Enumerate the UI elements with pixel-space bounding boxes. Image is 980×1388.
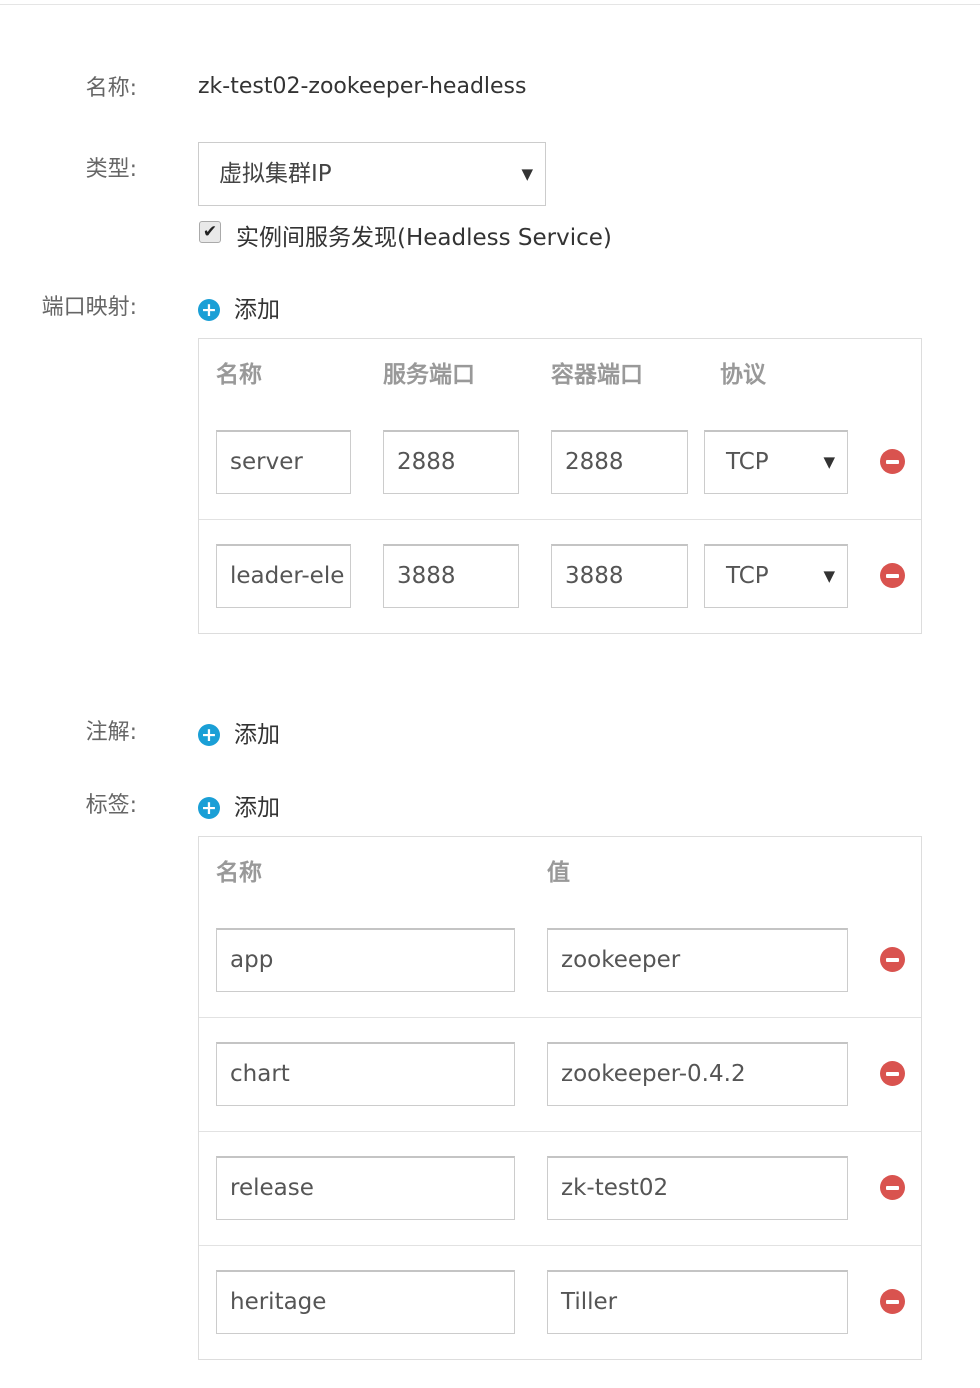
annotations-field-label: 注解: (85, 720, 137, 745)
labels-header-name: 名称 (216, 860, 262, 886)
protocol-select-value: TCP (726, 449, 769, 475)
top-divider (0, 4, 980, 5)
ports-header-name: 名称 (216, 362, 262, 388)
container-port-input[interactable]: 2888 (551, 430, 688, 494)
ports-table: 名称 服务端口 容器端口 协议 server 2888 2888 TCP ▼ l… (198, 338, 922, 634)
headless-service-label: 实例间服务发现(Headless Service) (236, 225, 612, 251)
triangle-down-icon: ▼ (823, 453, 835, 471)
plus-circle-icon: + (198, 299, 220, 321)
type-field-label: 类型: (85, 157, 137, 182)
port-name-input[interactable]: server (216, 430, 351, 494)
service-port-input[interactable]: 3888 (383, 544, 519, 608)
check-icon: ✔ (202, 222, 218, 242)
remove-label-button[interactable] (880, 1289, 905, 1314)
labels-table: 名称 值 app zookeeper chart zookeeper-0.4.2… (198, 836, 922, 1360)
type-select-value: 虚拟集群IP (219, 161, 332, 187)
add-annotation-label: 添加 (234, 722, 280, 748)
triangle-down-icon: ▼ (521, 165, 533, 183)
label-value-input[interactable]: zookeeper-0.4.2 (547, 1042, 848, 1106)
ports-field-label: 端口映射: (41, 295, 137, 320)
protocol-select[interactable]: TCP ▼ (704, 430, 848, 494)
protocol-select-value: TCP (726, 563, 769, 589)
ports-header-service-port: 服务端口 (383, 362, 475, 388)
name-field-label: 名称: (85, 76, 137, 101)
add-label-label: 添加 (234, 795, 280, 821)
row-divider (199, 1131, 921, 1132)
headless-service-checkbox[interactable]: ✔ (199, 221, 221, 243)
remove-label-button[interactable] (880, 1175, 905, 1200)
remove-port-button[interactable] (880, 563, 905, 588)
label-value-input[interactable]: zk-test02 (547, 1156, 848, 1220)
row-divider (199, 519, 921, 520)
type-select[interactable]: 虚拟集群IP ▼ (198, 142, 546, 206)
add-port-button[interactable]: + 添加 (198, 295, 298, 325)
ports-header-container-port: 容器端口 (551, 362, 643, 388)
container-port-input[interactable]: 3888 (551, 544, 688, 608)
remove-label-button[interactable] (880, 947, 905, 972)
plus-circle-icon: + (198, 724, 220, 746)
label-key-input[interactable]: app (216, 928, 515, 992)
label-key-input[interactable]: chart (216, 1042, 515, 1106)
plus-circle-icon: + (198, 797, 220, 819)
label-value-input[interactable]: zookeeper (547, 928, 848, 992)
name-value: zk-test02-zookeeper-headless (198, 74, 527, 99)
remove-label-button[interactable] (880, 1061, 905, 1086)
row-divider (199, 1017, 921, 1018)
add-label-button[interactable]: + 添加 (198, 793, 298, 823)
labels-header-value: 值 (547, 860, 570, 886)
add-annotation-button[interactable]: + 添加 (198, 720, 298, 750)
remove-port-button[interactable] (880, 449, 905, 474)
port-name-input[interactable]: leader-ele (216, 544, 351, 608)
ports-header-protocol: 协议 (720, 362, 766, 388)
service-port-input[interactable]: 2888 (383, 430, 519, 494)
add-port-label: 添加 (234, 297, 280, 323)
protocol-select[interactable]: TCP ▼ (704, 544, 848, 608)
labels-field-label: 标签: (85, 793, 137, 818)
triangle-down-icon: ▼ (823, 567, 835, 585)
label-key-input[interactable]: heritage (216, 1270, 515, 1334)
label-value-input[interactable]: Tiller (547, 1270, 848, 1334)
row-divider (199, 1245, 921, 1246)
label-key-input[interactable]: release (216, 1156, 515, 1220)
